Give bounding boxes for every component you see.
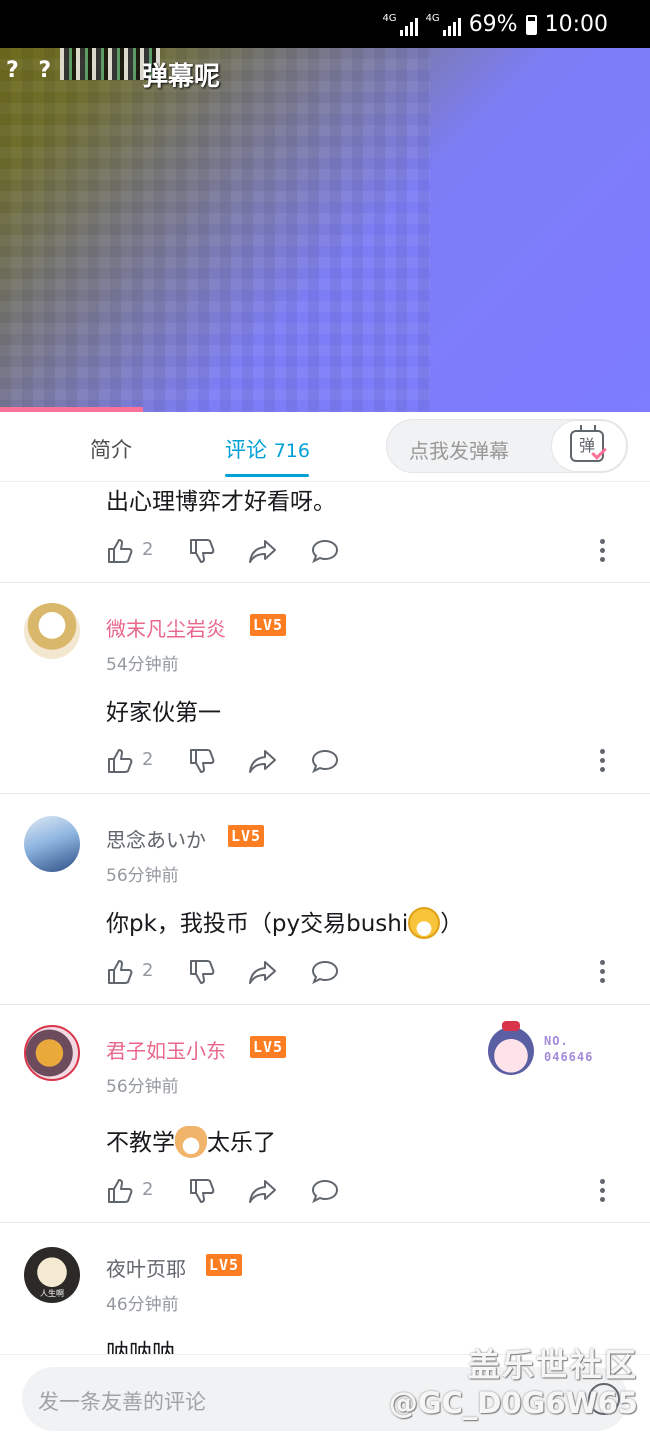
more-options-icon[interactable]: [600, 749, 606, 773]
clock: 10:00: [544, 12, 608, 37]
danmaku-settings-button[interactable]: 弹: [551, 420, 627, 472]
signal-4g-secondary-icon: 4G: [426, 13, 461, 36]
comment-compose-bar: 发一条友善的评论: [0, 1354, 650, 1444]
comment-item: 君子如玉小东 LV5 NO. 046646 56分钟前 不教学 太乐了 2: [0, 1005, 650, 1221]
more-options-icon[interactable]: [600, 960, 606, 984]
like-icon[interactable]: [106, 747, 134, 775]
share-icon[interactable]: [248, 747, 276, 775]
comment-username[interactable]: 夜叶页耶: [106, 1253, 186, 1282]
dislike-icon[interactable]: [188, 958, 216, 986]
tab-comments-label: 评论: [225, 438, 267, 462]
tab-comments[interactable]: 评论 716: [225, 434, 310, 464]
danmaku-input-placeholder: 点我发弹幕: [409, 439, 509, 463]
fan-badge-number: NO. 046646: [544, 1033, 593, 1065]
comment-actions: 2: [106, 537, 626, 565]
more-options-icon[interactable]: [600, 539, 606, 563]
reply-icon[interactable]: [310, 537, 339, 565]
comment-item: 出心理博弈才好看呀。 2: [0, 482, 650, 582]
fan-badge-avatar: [488, 1021, 534, 1075]
avatar[interactable]: [24, 816, 80, 872]
comment-text-before: 不教学: [106, 1130, 175, 1156]
tab-intro[interactable]: 简介: [90, 434, 132, 464]
level-badge: LV5: [228, 825, 265, 847]
level-badge: LV5: [250, 1036, 287, 1058]
dislike-icon[interactable]: [188, 747, 216, 775]
like-icon[interactable]: [106, 537, 134, 565]
comment-time: 56分钟前: [106, 1077, 179, 1097]
like-count: 2: [142, 1179, 154, 1200]
reply-icon[interactable]: [310, 1177, 339, 1205]
reply-icon[interactable]: [310, 747, 339, 775]
comment-text-after: ）: [440, 911, 464, 937]
level-badge: LV5: [206, 1254, 243, 1276]
avatar[interactable]: 人生啊: [24, 1247, 80, 1303]
shiba-laugh-emoji: [175, 1125, 207, 1158]
video-frame: [0, 48, 430, 412]
share-icon[interactable]: [248, 958, 276, 986]
dislike-icon[interactable]: [188, 1177, 216, 1205]
like-icon[interactable]: [106, 1177, 134, 1205]
comment-time: 56分钟前: [106, 866, 179, 886]
more-options-icon[interactable]: [600, 1179, 606, 1203]
fan-badge-no-value: 046646: [544, 1050, 594, 1064]
video-overlay-marks: ? ?: [6, 58, 58, 83]
comment-time: 46分钟前: [106, 1295, 179, 1315]
comment-actions: 2: [106, 747, 626, 775]
level-badge: LV5: [250, 614, 287, 636]
comment-text: 出心理博弈才好看呀。: [106, 489, 336, 515]
like-count: 2: [142, 749, 154, 770]
comment-actions: 2: [106, 1177, 626, 1205]
danmaku-input[interactable]: 点我发弹幕 弹: [386, 419, 628, 473]
like-icon[interactable]: [106, 958, 134, 986]
comment-text-after: 太乐了: [207, 1130, 276, 1156]
comment-time: 54分钟前: [106, 655, 179, 675]
comment-item: 人生啊 夜叶页耶 LV5 46分钟前 呐呐呐: [0, 1223, 650, 1354]
tab-comments-count: 716: [273, 440, 310, 462]
comment-input[interactable]: 发一条友善的评论: [22, 1367, 628, 1431]
comment-input-placeholder: 发一条友善的评论: [38, 1390, 206, 1414]
comment-username[interactable]: 君子如玉小东: [106, 1035, 226, 1064]
fan-number-badge[interactable]: NO. 046646: [488, 1021, 618, 1077]
reply-icon[interactable]: [310, 958, 339, 986]
signal-4g-icon: 4G: [382, 13, 418, 36]
avatar[interactable]: [24, 603, 80, 659]
comment-item: 微末凡尘岩炎 LV5 54分钟前 好家伙第一 2: [0, 583, 650, 793]
comment-text: 好家伙第一: [106, 700, 221, 726]
comment-item: 思念あいか LV5 56分钟前 你pk，我投币（py交易bushi ） 2: [0, 794, 650, 1004]
tab-bar: 简介 评论 716 点我发弹幕 弹: [0, 412, 650, 482]
share-icon[interactable]: [248, 537, 276, 565]
avatar[interactable]: [24, 1025, 80, 1081]
comment-username[interactable]: 思念あいか: [106, 824, 206, 853]
dislike-icon[interactable]: [188, 537, 216, 565]
share-icon[interactable]: [248, 1177, 276, 1205]
mask-face-emoji: [408, 906, 441, 939]
comment-actions: 2: [106, 958, 626, 986]
status-bar: 4G 4G 69% 10:00: [0, 0, 650, 48]
comment-text: 呐呐呐: [106, 1340, 175, 1354]
comment-text: 你pk，我投币（py交易bushi ）: [106, 904, 463, 941]
comment-username[interactable]: 微末凡尘岩炎: [106, 613, 226, 642]
battery-percent: 69%: [468, 12, 518, 37]
like-count: 2: [142, 960, 154, 981]
emoji-icon[interactable]: [588, 1383, 620, 1415]
comment-text-before: 你pk，我投币（py交易bushi: [106, 911, 409, 937]
danmaku-bullet-text: 弹幕呢: [142, 62, 221, 92]
battery-icon: [525, 14, 537, 35]
comment-text: 不教学 太乐了: [106, 1123, 276, 1160]
fan-badge-no-label: NO.: [544, 1034, 569, 1048]
tab-active-indicator: [225, 474, 309, 477]
avatar-caption: 人生啊: [40, 1289, 64, 1298]
video-player[interactable]: ? ? 弹幕呢: [0, 48, 650, 412]
like-count: 2: [142, 539, 154, 560]
